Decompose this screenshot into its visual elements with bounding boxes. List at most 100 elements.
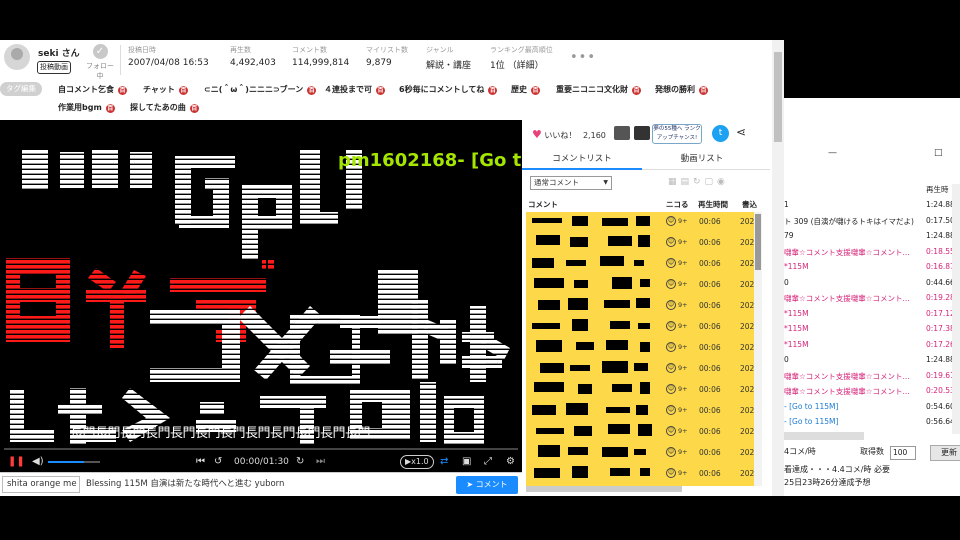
nicoru-icon[interactable]: ☺: [666, 258, 676, 268]
tag-item[interactable]: 重要ニコニコ文化財百: [556, 84, 641, 95]
tag-item[interactable]: 6秒毎にコメントしてね百: [399, 84, 498, 95]
seek-bar[interactable]: [4, 448, 518, 450]
tab-comment-list[interactable]: コメントリスト: [522, 152, 642, 170]
nicoru-icon[interactable]: ☺: [666, 321, 676, 331]
stat-genre[interactable]: ジャンル 解説・講座: [426, 45, 471, 71]
maximize-icon[interactable]: □: [934, 148, 943, 158]
table-row[interactable]: *115M 0:17.38: [784, 322, 960, 337]
video-player[interactable]: pm1602168- [Go to 長門長門長門長門長門長門長門長門長門長門長門…: [0, 120, 522, 446]
list-tool-icons[interactable]: ▦▤↻▢◉: [668, 177, 729, 187]
list-item[interactable]: ☺ 9+ 00:06 202: [526, 380, 754, 400]
fullscreen-icon[interactable]: ⤢: [484, 456, 492, 468]
col-playtime[interactable]: 再生時間: [698, 199, 728, 210]
rewind-icon[interactable]: ↺: [214, 456, 222, 468]
nicoru-icon[interactable]: ☺: [666, 237, 676, 247]
stat-ranking[interactable]: ランキング最高順位 1位 （詳細）: [490, 45, 553, 71]
table-row[interactable]: 囃輩☆コメント支援囃輩☆コメント... 0:20.53: [784, 384, 960, 399]
table-row[interactable]: - [Go to 115M] 0:54.60: [784, 400, 960, 415]
list-item[interactable]: ☺ 9+ 00:06 202: [526, 338, 754, 358]
backwin-vertical-scrollbar[interactable]: [952, 184, 960, 434]
nicoru-icon[interactable]: ☺: [666, 405, 676, 415]
volume-icon[interactable]: ◀): [32, 456, 44, 468]
backwin-horizontal-scrollbar[interactable]: [784, 432, 864, 440]
table-row[interactable]: 0 1:24.88: [784, 353, 960, 368]
table-row[interactable]: 囃輩☆コメント支援囃輩☆コメント... 0:19.28: [784, 291, 960, 306]
repeat-icon[interactable]: ⇄: [440, 456, 448, 468]
list-item[interactable]: ☺ 9+ 00:06 202: [526, 464, 754, 484]
table-row[interactable]: *115M 0:17.26: [784, 338, 960, 353]
table-row[interactable]: 囃輩☆コメント支援囃輩☆コメント... 0:19.61: [784, 369, 960, 384]
page-scroll-thumb[interactable]: [774, 52, 782, 142]
nicoru-icon[interactable]: ☺: [666, 363, 676, 373]
volume-slider[interactable]: [48, 461, 100, 463]
avatar[interactable]: [4, 44, 30, 70]
list-item[interactable]: ☺ 9+ 00:06 202: [526, 296, 754, 316]
like-button[interactable]: ♥ いいね！ 2,160: [532, 128, 606, 141]
list-item[interactable]: ☺ 9+ 00:06 202: [526, 254, 754, 274]
col-comment[interactable]: コメント: [528, 199, 558, 210]
next-icon[interactable]: ⏭: [316, 456, 325, 468]
dictionary-icon[interactable]: 百: [105, 104, 115, 113]
dictionary-icon[interactable]: 百: [178, 86, 188, 95]
table-row[interactable]: 79 1:24.88: [784, 229, 960, 244]
megaphone-icon[interactable]: [634, 126, 650, 140]
nicoru-icon[interactable]: ☺: [666, 384, 676, 394]
nicoru-icon[interactable]: ☺: [666, 279, 676, 289]
forward-icon[interactable]: ↻: [296, 456, 304, 468]
tab-video-list[interactable]: 動画リスト: [642, 152, 762, 164]
table-row[interactable]: ト 309 (自演が囃けるトキはイマだよ) 0:17.50: [784, 214, 960, 229]
table-row[interactable]: 1 1:24.88: [784, 198, 960, 213]
uploader-name[interactable]: seki さん: [38, 46, 80, 59]
dictionary-icon[interactable]: 百: [118, 86, 127, 95]
uploader-tag[interactable]: 投稿動画: [37, 61, 71, 74]
comment-list-scrollbar[interactable]: [754, 212, 762, 486]
ranking-icon[interactable]: [614, 126, 630, 140]
promo-banner[interactable]: 夢の55種へ ランクアップチャンス!: [652, 124, 702, 144]
scroll-thumb[interactable]: [755, 214, 761, 270]
update-button[interactable]: 更新: [930, 445, 960, 461]
tag-item[interactable]: ４連投まで可百: [324, 84, 385, 95]
playtime-column-header[interactable]: 再生時: [926, 184, 949, 195]
list-item[interactable]: ☺ 9+ 00:06 202: [526, 233, 754, 253]
tag-item[interactable]: 発想の勝利百: [655, 84, 708, 95]
comment-list-hscrollbar[interactable]: [526, 486, 682, 492]
col-nicoru[interactable]: ニコる: [666, 199, 689, 210]
comment-list[interactable]: ☺ 9+ 00:06 202 ☺ 9+ 00:06 202 ☺ 9+ 00:06 202 ☺ 9+ 00:0…: [526, 212, 754, 486]
list-item[interactable]: ☺ 9+ 00:06 202: [526, 401, 754, 421]
col-posted[interactable]: 書込: [742, 199, 757, 210]
pause-icon[interactable]: ❚❚: [8, 456, 25, 468]
tag-item[interactable]: 自コメント乞食百: [58, 84, 127, 95]
speed-button[interactable]: ▶x1.0: [400, 455, 434, 469]
tag-item[interactable]: ⊂ニ(＾ω＾)ニニニ⊃ブーン百: [204, 84, 317, 95]
follow-button[interactable]: ✓ フォロー中: [84, 44, 116, 81]
dictionary-icon[interactable]: 百: [488, 86, 498, 95]
command-input[interactable]: shita orange me: [2, 476, 80, 493]
list-item[interactable]: ☺ 9+ 00:06 202: [526, 359, 754, 379]
dictionary-icon[interactable]: 百: [307, 86, 317, 95]
list-item[interactable]: ☺ 9+ 00:06 202: [526, 317, 754, 337]
dictionary-icon[interactable]: 百: [531, 86, 540, 95]
table-row[interactable]: *115M 0:16.87: [784, 260, 960, 275]
page-scrollbar[interactable]: [772, 40, 784, 496]
twitter-icon[interactable]: t: [712, 125, 729, 142]
send-comment-button[interactable]: ➤ コメント: [456, 476, 518, 494]
dictionary-icon[interactable]: 百: [376, 86, 385, 95]
tag-item[interactable]: チャット百: [143, 84, 188, 95]
comment-filter-select[interactable]: 通常コメント ▼: [530, 176, 612, 190]
list-item[interactable]: ☺ 9+ 00:06 202: [526, 422, 754, 442]
minimize-icon[interactable]: —: [828, 148, 837, 158]
dictionary-icon[interactable]: 百: [699, 86, 708, 95]
table-row[interactable]: *115M 0:17.12: [784, 307, 960, 322]
list-item[interactable]: ☺ 9+ 00:06 202: [526, 443, 754, 463]
settings-gear-icon[interactable]: ⚙: [506, 456, 515, 468]
nicoru-icon[interactable]: ☺: [666, 216, 676, 226]
nicoru-icon[interactable]: ☺: [666, 468, 676, 478]
list-item[interactable]: ☺ 9+ 00:06 202: [526, 275, 754, 295]
tag-item[interactable]: 探してたあの曲百: [130, 102, 199, 113]
list-item[interactable]: ☺ 9+ 00:06 202: [526, 212, 754, 232]
share-icon[interactable]: ⋖: [736, 125, 746, 139]
comment-toggle-icon[interactable]: ▣: [462, 456, 471, 468]
more-icon[interactable]: •••: [570, 50, 596, 65]
prev-icon[interactable]: ⏮: [196, 456, 205, 468]
nicoru-icon[interactable]: ☺: [666, 426, 676, 436]
